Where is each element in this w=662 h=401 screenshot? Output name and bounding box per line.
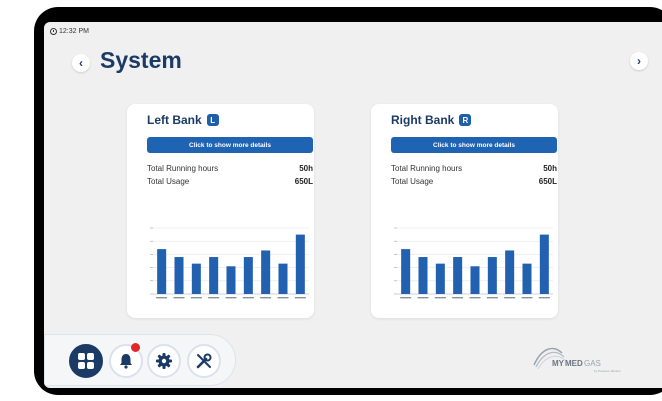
page-title: System xyxy=(100,47,182,73)
bank-badge: R xyxy=(459,114,472,126)
chevron-right-icon: › xyxy=(637,54,641,68)
card-title: Left Bank L xyxy=(147,113,219,127)
chart-bar xyxy=(209,257,219,294)
chart-x-tick-label xyxy=(521,297,533,299)
chart-bar xyxy=(191,263,201,294)
chart-bar xyxy=(295,234,305,294)
card-title-text: Left Bank xyxy=(147,113,202,127)
show-details-button[interactable]: Click to show more details xyxy=(147,137,313,153)
usage-label: Total Usage xyxy=(147,177,190,186)
chart-x-tick-label xyxy=(225,297,237,299)
chart-x-tick-label xyxy=(294,297,306,299)
screen: 12:32 PM ‹ System › Left Bank L Click to… xyxy=(44,22,662,388)
usage-value: 650L xyxy=(538,177,557,186)
chart-x-tick-label xyxy=(434,297,446,299)
chart-x-tick-label xyxy=(452,297,464,299)
chart-bar xyxy=(470,266,480,294)
chart-x-tick-label xyxy=(469,297,481,299)
chart-bar xyxy=(418,257,428,294)
bottom-nav xyxy=(44,334,236,386)
chart-x-tick-label xyxy=(417,297,429,299)
chart-x-tick-label xyxy=(156,297,168,299)
usage-row: Total Usage 650L xyxy=(147,177,313,186)
chart-x-tick-label xyxy=(504,297,516,299)
logo-text-med: MED xyxy=(565,359,583,368)
status-time: 12:32 PM xyxy=(50,28,89,35)
chart-bar xyxy=(157,249,167,294)
chart-bar xyxy=(453,257,463,294)
running-hours-value: 50h xyxy=(543,164,557,173)
running-hours-value: 50h xyxy=(299,164,313,173)
chart-bar xyxy=(539,234,549,294)
chevron-left-icon: ‹ xyxy=(79,56,83,70)
nav-settings-button[interactable] xyxy=(147,344,181,378)
chart-x-tick-label xyxy=(486,297,498,299)
wrench-icon xyxy=(196,353,212,369)
chart-bar xyxy=(226,266,236,294)
chart-x-tick-label xyxy=(173,297,185,299)
chart-bar xyxy=(487,257,497,294)
running-hours-label: Total Running hours xyxy=(391,164,463,173)
usage-row: Total Usage 650L xyxy=(391,177,557,186)
logo-text-my: MY xyxy=(552,359,565,368)
chart-bar xyxy=(261,250,271,294)
time-text: 12:32 PM xyxy=(59,28,89,35)
card-title-text: Right Bank xyxy=(391,113,455,127)
usage-value: 650L xyxy=(294,177,313,186)
usage-bar-chart xyxy=(394,227,553,299)
chart-bar xyxy=(243,257,253,294)
dashboard-icon xyxy=(78,353,94,369)
chart-bar xyxy=(401,249,411,294)
nav-tools-button[interactable] xyxy=(187,344,221,378)
chart-x-tick-label xyxy=(400,297,412,299)
left-bank-card: Left Bank L Click to show more details T… xyxy=(127,104,314,318)
logo-tagline: by Pressure Monitor xyxy=(594,369,621,373)
bank-badge: L xyxy=(206,114,219,126)
usage-bar-chart xyxy=(150,227,309,299)
nav-dashboard-button[interactable] xyxy=(69,344,103,378)
chart-x-tick-label xyxy=(538,297,550,299)
chart-bar xyxy=(278,263,288,294)
bell-icon xyxy=(120,354,132,369)
running-hours-row: Total Running hours 50h xyxy=(391,164,557,173)
chart-x-tick-label xyxy=(208,297,220,299)
chart-x-tick-label xyxy=(190,297,202,299)
chart-bar xyxy=(174,257,184,294)
back-button[interactable]: ‹ xyxy=(72,54,90,72)
chart-bar xyxy=(435,263,445,294)
right-bank-card: Right Bank R Click to show more details … xyxy=(371,104,558,318)
gear-icon xyxy=(156,353,172,369)
logo-text-gas: GAS xyxy=(584,359,601,368)
usage-label: Total Usage xyxy=(391,177,434,186)
running-hours-label: Total Running hours xyxy=(147,164,219,173)
chart-x-tick-label xyxy=(277,297,289,299)
show-details-button[interactable]: Click to show more details xyxy=(391,137,557,153)
notification-alert-dot xyxy=(131,343,140,352)
running-hours-row: Total Running hours 50h xyxy=(147,164,313,173)
chart-x-tick-label xyxy=(260,297,272,299)
clock-icon xyxy=(50,28,57,35)
chart-bar xyxy=(522,263,532,294)
next-button[interactable]: › xyxy=(630,52,648,70)
chart-x-tick-label xyxy=(242,297,254,299)
card-title: Right Bank R xyxy=(391,113,472,127)
chart-bar xyxy=(505,250,515,294)
logo-mark: MY MED GAS by Pressure Monitor xyxy=(533,347,621,373)
mymedgas-logo: MY MED GAS by Pressure Monitor xyxy=(532,337,642,377)
